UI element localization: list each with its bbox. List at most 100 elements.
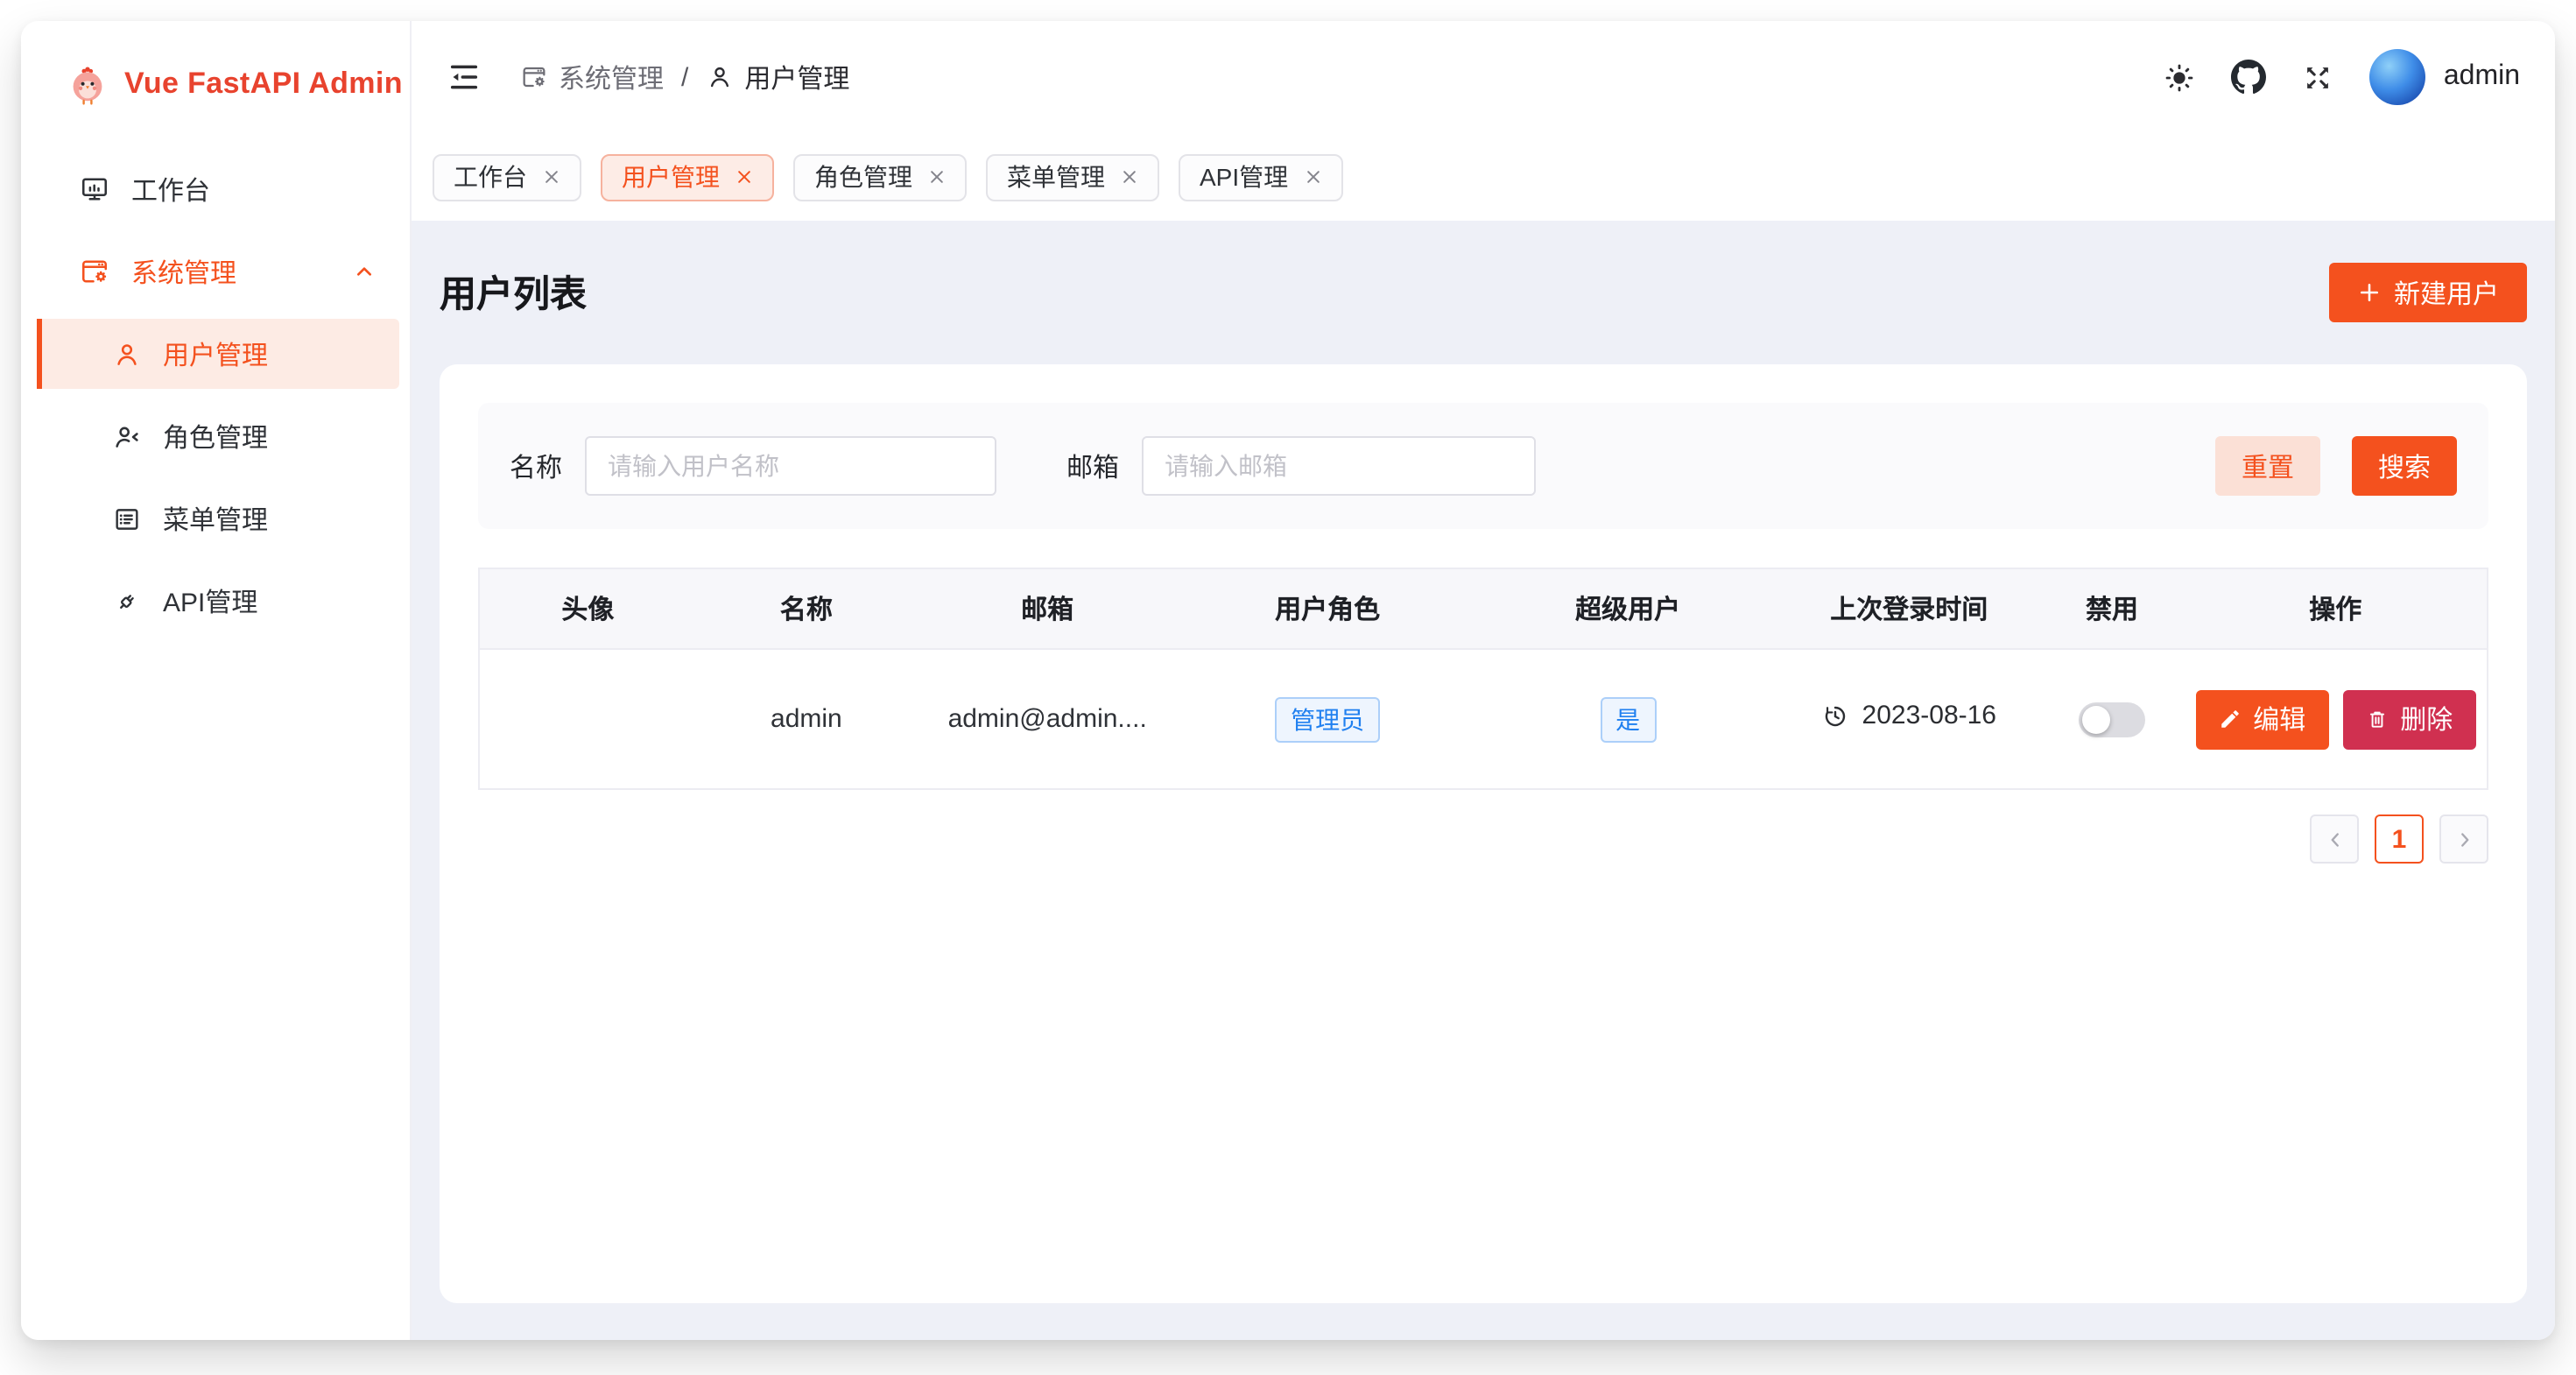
col-name: 名称 bbox=[696, 568, 917, 649]
breadcrumb: 系统管理 / 用户管理 bbox=[520, 59, 849, 95]
close-icon[interactable] bbox=[543, 168, 560, 186]
close-icon[interactable] bbox=[1304, 168, 1321, 186]
breadcrumb-item-users[interactable]: 用户管理 bbox=[706, 59, 849, 95]
table-header-row: 头像 名称 邮箱 用户角色 超级用户 上次登录时间 禁用 操作 bbox=[479, 568, 2488, 649]
superuser-tag: 是 bbox=[1600, 696, 1656, 742]
trash-icon bbox=[2365, 708, 2388, 730]
delete-label: 删除 bbox=[2400, 701, 2453, 737]
cell-disabled bbox=[2039, 649, 2184, 789]
create-user-label: 新建用户 bbox=[2394, 274, 2499, 311]
pagination-page-1[interactable]: 1 bbox=[2375, 814, 2424, 864]
main-area: 系统管理 / 用户管理 bbox=[412, 21, 2555, 1340]
role-icon bbox=[112, 421, 142, 451]
tab-users[interactable]: 用户管理 bbox=[601, 153, 774, 201]
disable-toggle[interactable] bbox=[2079, 702, 2145, 737]
table-row: admin admin@admin.... 管理员 是 bbox=[479, 649, 2488, 789]
github-icon[interactable] bbox=[2232, 60, 2267, 95]
app-logo[interactable]: Vue FastAPI Admin bbox=[21, 21, 410, 105]
breadcrumb-label: 用户管理 bbox=[744, 59, 849, 95]
sidebar-item-label: 系统管理 bbox=[131, 253, 236, 290]
user-list-card: 名称 邮箱 重置 搜索 头像 bbox=[440, 364, 2527, 1303]
sidebar-item-label: API管理 bbox=[163, 582, 257, 619]
sidebar-item-menus[interactable]: 菜单管理 bbox=[37, 483, 399, 554]
search-button[interactable]: 搜索 bbox=[2352, 436, 2457, 496]
pagination-next-button[interactable] bbox=[2439, 814, 2488, 864]
close-icon[interactable] bbox=[928, 168, 946, 186]
fullscreen-icon[interactable] bbox=[2302, 60, 2335, 94]
create-user-button[interactable]: 新建用户 bbox=[2329, 263, 2527, 322]
tab-menus[interactable]: 菜单管理 bbox=[986, 153, 1159, 201]
tab-label: 工作台 bbox=[454, 159, 527, 194]
edit-button[interactable]: 编辑 bbox=[2195, 689, 2328, 749]
name-field-label: 名称 bbox=[510, 448, 562, 484]
close-icon[interactable] bbox=[1121, 168, 1138, 186]
topbar-actions: admin bbox=[2164, 49, 2520, 105]
tabbar: 工作台 用户管理 角色管理 bbox=[412, 133, 2555, 221]
sidebar-item-label: 菜单管理 bbox=[163, 500, 268, 537]
cell-email: admin@admin.... bbox=[917, 649, 1178, 789]
cell-last-login: 2023-08-16 bbox=[1778, 649, 2039, 789]
cell-role: 管理员 bbox=[1178, 649, 1477, 789]
pencil-icon bbox=[2218, 708, 2241, 730]
tab-label: API管理 bbox=[1200, 159, 1288, 194]
reset-button[interactable]: 重置 bbox=[2215, 436, 2320, 496]
workbench-icon bbox=[79, 173, 110, 205]
col-last-login: 上次登录时间 bbox=[1778, 568, 2039, 649]
breadcrumb-item-system[interactable]: 系统管理 bbox=[520, 59, 664, 95]
system-settings-icon bbox=[79, 256, 110, 287]
cell-superuser: 是 bbox=[1477, 649, 1778, 789]
sidebar-item-workbench[interactable]: 工作台 bbox=[37, 154, 399, 224]
theme-sun-icon[interactable] bbox=[2164, 60, 2197, 94]
last-login-value: 2023-08-16 bbox=[1862, 702, 1996, 731]
col-superuser: 超级用户 bbox=[1477, 568, 1778, 649]
edit-label: 编辑 bbox=[2253, 701, 2305, 737]
users-table: 头像 名称 邮箱 用户角色 超级用户 上次登录时间 禁用 操作 bbox=[478, 568, 2488, 790]
cell-actions: 编辑 bbox=[2185, 649, 2488, 789]
user-icon bbox=[706, 63, 734, 91]
sidebar-item-roles[interactable]: 角色管理 bbox=[37, 401, 399, 471]
breadcrumb-separator: / bbox=[681, 62, 688, 92]
app-title: Vue FastAPI Admin bbox=[124, 67, 403, 102]
content-area: 用户列表 新建用户 名称 邮箱 重置 搜 bbox=[412, 221, 2555, 1340]
cell-name: admin bbox=[696, 649, 917, 789]
app-stage: Vue FastAPI Admin 工作台 bbox=[0, 0, 2576, 1375]
chick-logo-icon bbox=[67, 63, 109, 105]
sidebar-collapse-button[interactable] bbox=[447, 60, 482, 95]
username: admin bbox=[2444, 61, 2520, 93]
page-title: 用户列表 bbox=[440, 266, 587, 319]
sidebar-item-label: 用户管理 bbox=[163, 335, 268, 372]
avatar bbox=[2370, 49, 2426, 105]
pagination: 1 bbox=[478, 814, 2488, 864]
col-actions: 操作 bbox=[2185, 568, 2488, 649]
email-input[interactable] bbox=[1142, 436, 1536, 496]
sidebar-item-users[interactable]: 用户管理 bbox=[37, 319, 399, 389]
name-input[interactable] bbox=[585, 436, 996, 496]
chevron-up-icon bbox=[350, 257, 378, 286]
user-menu[interactable]: admin bbox=[2370, 49, 2520, 105]
user-icon bbox=[112, 339, 142, 369]
breadcrumb-label: 系统管理 bbox=[559, 59, 664, 95]
sidebar-item-api[interactable]: API管理 bbox=[37, 566, 399, 636]
app-window: Vue FastAPI Admin 工作台 bbox=[21, 21, 2555, 1340]
tab-label: 用户管理 bbox=[622, 159, 720, 194]
plus-icon bbox=[2357, 280, 2382, 305]
tab-workbench[interactable]: 工作台 bbox=[433, 153, 581, 201]
cell-avatar bbox=[479, 649, 696, 789]
api-plug-icon bbox=[112, 586, 142, 616]
sidebar-item-system[interactable]: 系统管理 bbox=[37, 236, 399, 307]
tab-label: 角色管理 bbox=[814, 159, 912, 194]
sidebar-item-label: 工作台 bbox=[131, 171, 210, 208]
role-tag: 管理员 bbox=[1275, 696, 1380, 742]
close-icon[interactable] bbox=[735, 168, 753, 186]
sidebar-menu: 工作台 系统管理 bbox=[21, 154, 410, 636]
tab-roles[interactable]: 角色管理 bbox=[793, 153, 967, 201]
tab-label: 菜单管理 bbox=[1007, 159, 1105, 194]
menu-list-icon bbox=[112, 504, 142, 533]
filter-bar: 名称 邮箱 重置 搜索 bbox=[478, 403, 2488, 529]
delete-button[interactable]: 删除 bbox=[2342, 689, 2475, 749]
tab-api[interactable]: API管理 bbox=[1179, 153, 1342, 201]
col-email: 邮箱 bbox=[917, 568, 1178, 649]
col-role: 用户角色 bbox=[1178, 568, 1477, 649]
pagination-prev-button[interactable] bbox=[2310, 814, 2359, 864]
col-disabled: 禁用 bbox=[2039, 568, 2184, 649]
